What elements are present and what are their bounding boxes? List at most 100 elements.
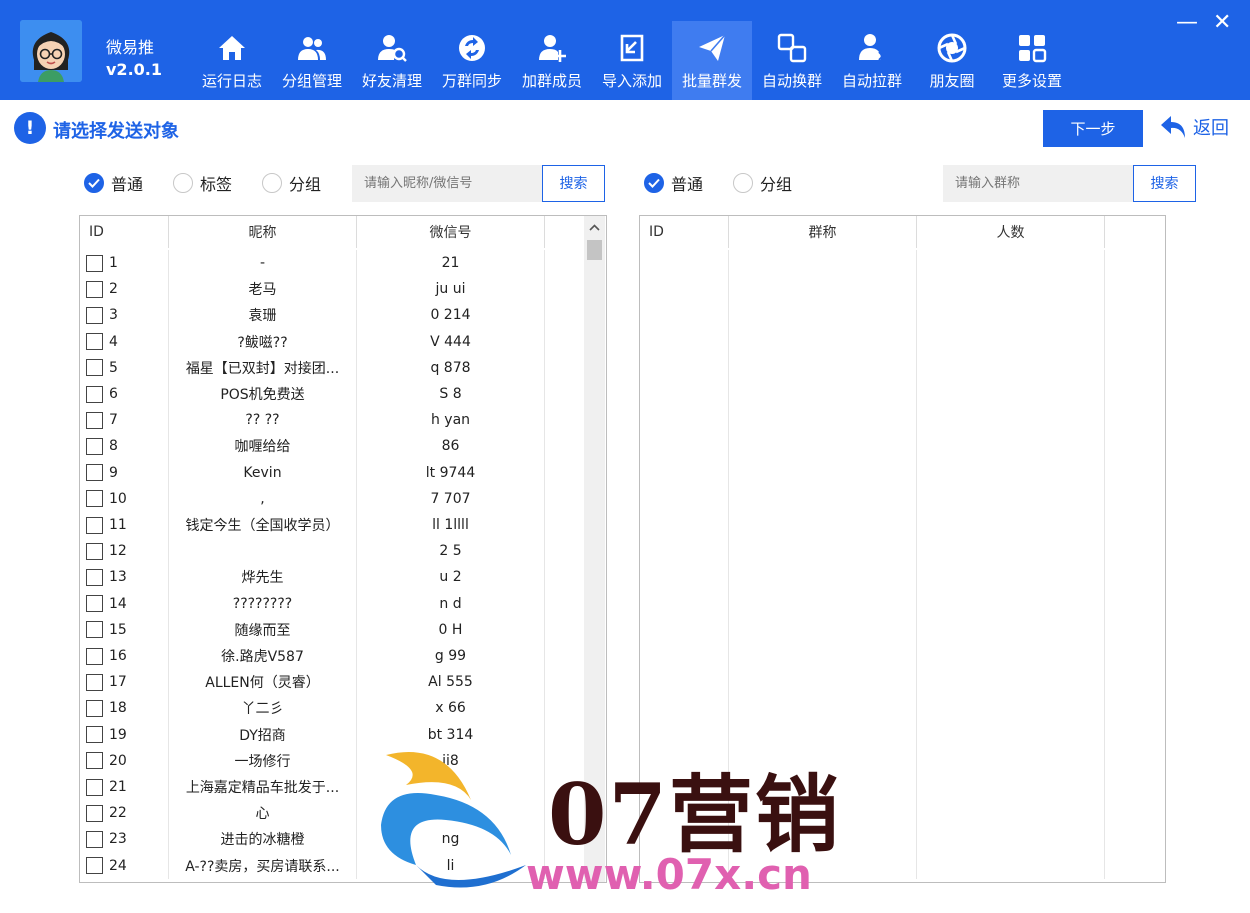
radio-label: 分组 (760, 175, 793, 194)
table-row[interactable]: 8 咖喱给给 86 (80, 433, 545, 460)
table-row[interactable]: 5 福星【已双封】对接团... q 878 (80, 354, 545, 381)
row-id: 10 (109, 490, 127, 507)
right-radio-1[interactable]: 分组 (733, 171, 792, 195)
table-row[interactable]: 10, 7 707 (80, 485, 545, 512)
row-id: 15 (109, 621, 127, 638)
nav-item-10[interactable]: 更多设置 (992, 21, 1072, 100)
wxid-cell: 0 214 (357, 302, 545, 329)
table-row[interactable]: 11 钱定今生（全国收学员） ll 1llll (80, 512, 545, 539)
id-cell: 19 (80, 721, 169, 748)
nav-item-2[interactable]: 好友清理 (352, 21, 432, 100)
wxid-cell: Al 555 (357, 669, 545, 696)
table-row[interactable]: 15 随缘而至 0 H (80, 616, 545, 643)
row-checkbox[interactable] (86, 385, 103, 403)
id-cell: 7 (80, 407, 169, 434)
nav-label: 分组管理 (281, 72, 342, 90)
table-row[interactable]: 13 烨先生 u 2 (80, 564, 545, 591)
nav-item-3[interactable]: 万群同步 (432, 21, 512, 100)
row-checkbox[interactable] (86, 359, 103, 377)
nav-item-4[interactable]: 加群成员 (512, 21, 592, 100)
id-cell: 18 (80, 695, 169, 722)
row-checkbox[interactable] (86, 804, 103, 822)
row-checkbox[interactable] (86, 830, 103, 848)
table-row[interactable]: 3 袁珊 0 214 (80, 302, 545, 329)
back-button[interactable]: 返回 (1159, 114, 1229, 140)
id-cell: 5 (80, 354, 169, 381)
table-row[interactable]: 6 POS机免费送 S 8 (80, 381, 545, 408)
nav-item-5[interactable]: 导入添加 (592, 21, 672, 100)
table-row[interactable]: 19 DY招商 bt 314 (80, 721, 545, 748)
table-row[interactable]: 7 ?? ?? h yan (80, 407, 545, 434)
nickname-cell: , (169, 485, 357, 512)
nickname-cell: 随缘而至 (169, 616, 357, 643)
table-row[interactable]: 18 丫二彡 x 66 (80, 695, 545, 722)
id-cell: 3 (80, 302, 169, 329)
nav-item-7[interactable]: 自动换群 (752, 21, 832, 100)
row-checkbox[interactable] (86, 647, 103, 665)
right-search-input[interactable] (943, 164, 1134, 202)
users-icon (296, 32, 328, 64)
id-cell: 16 (80, 643, 169, 670)
minimize-button[interactable]: — (1176, 12, 1198, 34)
radio-unchecked-icon (733, 173, 754, 193)
row-checkbox[interactable] (86, 516, 103, 534)
nickname-cell: ?鲅嗞?? (169, 328, 357, 355)
wxid-cell: ju ui (357, 276, 545, 303)
row-checkbox[interactable] (86, 726, 103, 744)
nav-item-9[interactable]: 朋友圈 (912, 21, 992, 100)
nav-label: 好友清理 (361, 72, 422, 90)
table-row[interactable]: 14???????? n d (80, 590, 545, 617)
id-cell: 6 (80, 381, 169, 408)
empty-row (640, 695, 1105, 722)
row-checkbox[interactable] (86, 621, 103, 639)
right-filter-bar: 普通 分组 搜索 (644, 164, 1197, 202)
nav-item-6[interactable]: 批量群发 (672, 21, 752, 100)
left-search-input[interactable] (352, 164, 543, 202)
row-checkbox[interactable] (86, 333, 103, 351)
row-checkbox[interactable] (86, 437, 103, 455)
wxid-cell: 86 (357, 433, 545, 460)
nav-item-8[interactable]: 自动拉群 (832, 21, 912, 100)
nickname-cell: 袁珊 (169, 302, 357, 329)
table-row[interactable]: 17 ALLEN何（灵睿） Al 555 (80, 669, 545, 696)
id-cell: 8 (80, 433, 169, 460)
right-search-button[interactable]: 搜索 (1133, 164, 1197, 202)
left-radio-2[interactable]: 分组 (262, 171, 321, 195)
table-row[interactable]: 1 -21 (80, 250, 545, 277)
row-checkbox[interactable] (86, 280, 103, 298)
empty-row (640, 564, 1105, 591)
row-checkbox[interactable] (86, 542, 103, 560)
row-checkbox[interactable] (86, 699, 103, 717)
right-radio-0[interactable]: 普通 (644, 171, 703, 195)
row-checkbox[interactable] (86, 778, 103, 796)
table-row[interactable]: 4 ?鲅嗞?? V 444 (80, 328, 545, 355)
table-row[interactable]: 12 2 5 (80, 538, 545, 565)
row-checkbox[interactable] (86, 857, 103, 875)
row-checkbox[interactable] (86, 568, 103, 586)
table-row[interactable]: 16 徐.路虎V587 g 99 (80, 643, 545, 670)
row-checkbox[interactable] (86, 595, 103, 613)
close-button[interactable]: ✕ (1213, 12, 1231, 34)
table-row[interactable]: 2 老马 ju ui (80, 276, 545, 303)
wxid-cell: ll 1llll (357, 512, 545, 539)
row-checkbox[interactable] (86, 411, 103, 429)
row-id: 3 (109, 307, 118, 324)
row-checkbox[interactable] (86, 490, 103, 508)
row-checkbox[interactable] (86, 752, 103, 770)
scroll-up-button[interactable] (584, 216, 605, 238)
table-row[interactable]: 9 Kevin lt 9744 (80, 459, 545, 486)
back-label: 返回 (1193, 118, 1229, 139)
radio-checked-icon (644, 173, 664, 193)
left-radio-1[interactable]: 标签 (173, 171, 232, 195)
left-search-button[interactable]: 搜索 (542, 164, 606, 202)
row-checkbox[interactable] (86, 306, 103, 324)
next-step-button[interactable]: 下一步 (1043, 110, 1143, 147)
nav-item-0[interactable]: 运行日志 (192, 21, 272, 100)
row-checkbox[interactable] (86, 254, 103, 272)
scroll-thumb[interactable] (587, 240, 602, 260)
nav-item-1[interactable]: 分组管理 (272, 21, 352, 100)
left-radio-0[interactable]: 普通 (84, 171, 143, 195)
row-checkbox[interactable] (86, 464, 103, 482)
row-id: 13 (109, 569, 127, 586)
row-checkbox[interactable] (86, 673, 103, 691)
